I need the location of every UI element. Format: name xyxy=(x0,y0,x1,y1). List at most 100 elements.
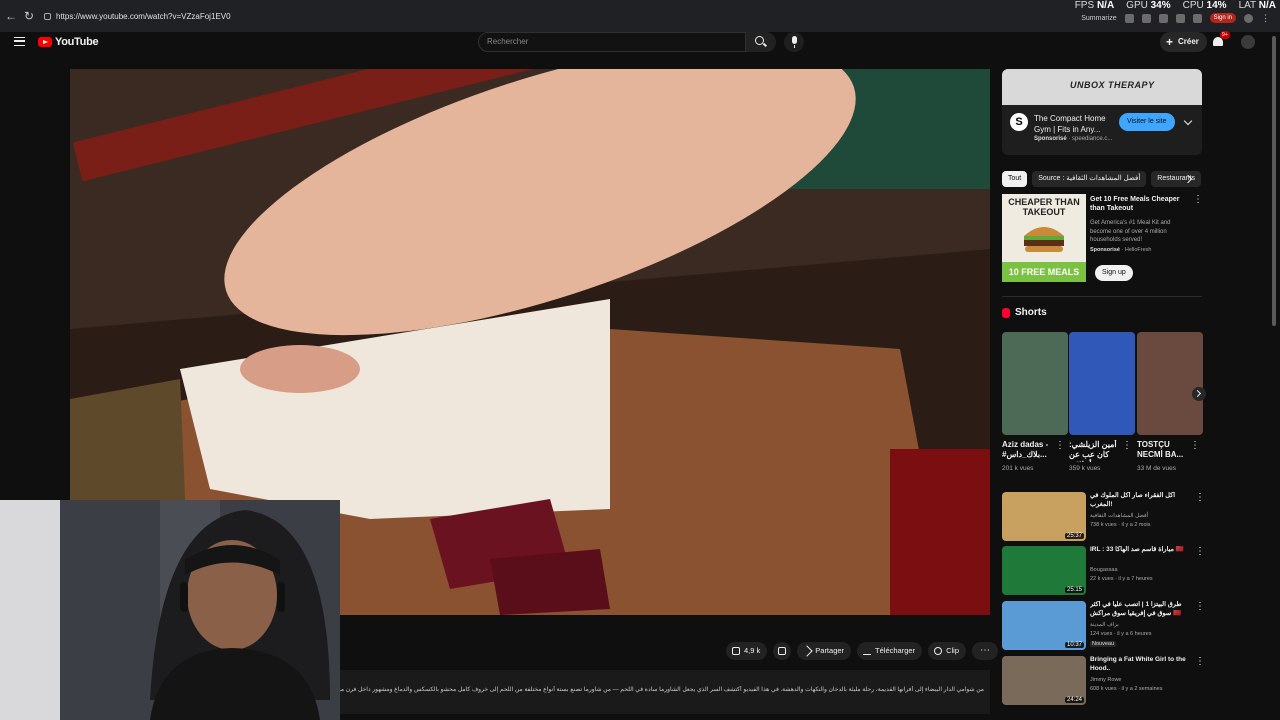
fps-value: N/A xyxy=(1096,0,1115,11)
list-item[interactable]: 10:37 طرق البيتزا 1 | اتصب عليا في أكثر س… xyxy=(1002,601,1205,651)
video-meta: 124 vues · il y a 6 heures xyxy=(1090,631,1152,637)
video-description[interactable]: من شوامي الدار البيضاء إلى أفرانها القدي… xyxy=(340,670,990,714)
more-options-icon[interactable] xyxy=(1195,492,1205,506)
menu-icon[interactable]: ⋮ xyxy=(1261,13,1270,23)
shorts-header: Shorts xyxy=(1002,307,1047,318)
short-views: 33 M de vues xyxy=(1137,465,1177,472)
promoted-video[interactable]: CHEAPER THAN TAKEOUT 10 FREE MEALS Get 1… xyxy=(1002,194,1203,284)
search-input[interactable]: Rechercher xyxy=(478,32,746,52)
duration-badge: 24:24 xyxy=(1064,697,1084,703)
promo-meta: Sponsorisé · HelloFresh xyxy=(1090,247,1152,253)
short-card[interactable]: Aziz dadas - #بلاك_داس... 201 k vues xyxy=(1002,332,1068,472)
video-title[interactable]: IRL : 33 مباراة قاسم صد الهاكا 🇲🇦 xyxy=(1090,546,1188,555)
extension-icon[interactable] xyxy=(1124,13,1134,23)
extension-icon[interactable] xyxy=(1141,13,1151,23)
sign-up-button[interactable]: Sign up xyxy=(1095,265,1133,281)
dislike-button[interactable] xyxy=(773,642,792,660)
sign-in-button[interactable]: Sign in xyxy=(1209,13,1236,23)
chevron-right-icon[interactable] xyxy=(1192,387,1206,401)
filter-chips: Tout Source : أفضل المشاهدات الثقافية Rest… xyxy=(1002,171,1202,187)
list-item[interactable]: 25:15 IRL : 33 مباراة قاسم صد الهاكا 🇲🇦 Bo… xyxy=(1002,546,1205,596)
star-icon[interactable] xyxy=(1158,13,1168,23)
share-button[interactable]: Partager xyxy=(797,642,852,660)
short-title[interactable]: أمين الزيلشي: كان عب عن أخلاقي... xyxy=(1069,440,1125,462)
ad-title[interactable]: The Compact Home Gym | Fits in Any... xyxy=(1034,113,1120,135)
short-card[interactable]: TOSTÇU NECMİ BA... 33 M de vues xyxy=(1137,332,1203,472)
webcam-frame xyxy=(0,500,340,720)
video-title[interactable]: أكل الفقراء صار أكل الملوك في المغرب! xyxy=(1090,492,1188,509)
youtube-play-icon xyxy=(38,37,52,47)
video-thumbnail[interactable]: 25:15 xyxy=(1002,546,1086,595)
summarize-button[interactable]: Summarize xyxy=(1081,15,1116,22)
like-button[interactable]: 4,9 k xyxy=(726,642,768,660)
list-item[interactable]: 24:24 Bringing a Fat White Girl to the Ho… xyxy=(1002,656,1205,706)
address-bar[interactable]: https://www.youtube.com/watch?v=VZzaFoj1… xyxy=(40,8,1040,25)
advertiser-name: HelloFresh xyxy=(1124,247,1152,253)
hamburger-menu-icon[interactable] xyxy=(14,37,25,46)
list-item[interactable]: 25:37 أكل الفقراء صار أكل الملوك في المغر… xyxy=(1002,492,1205,542)
more-options-icon[interactable] xyxy=(1055,440,1065,454)
video-thumbnail[interactable]: 25:37 xyxy=(1002,492,1086,541)
short-title[interactable]: Aziz dadas - #بلاك_داس... xyxy=(1002,440,1058,462)
short-card[interactable]: أمين الزيلشي: كان عب عن أخلاقي... 359 k v… xyxy=(1069,332,1135,472)
more-options-icon[interactable] xyxy=(1195,546,1205,560)
video-thumbnail[interactable]: 10:37 xyxy=(1002,601,1086,650)
chevron-down-icon[interactable] xyxy=(1183,116,1193,126)
short-thumbnail[interactable] xyxy=(1069,332,1135,435)
download-button[interactable]: Télécharger xyxy=(857,642,923,660)
channel-name[interactable]: Bougassaa xyxy=(1090,567,1118,573)
description-text: من شوامي الدار البيضاء إلى أفرانها القدي… xyxy=(340,687,984,693)
scrollbar-thumb[interactable] xyxy=(1272,36,1276,326)
sponsored-label: Sponsorisé xyxy=(1090,247,1120,253)
cpu-label: CPU xyxy=(1182,0,1204,11)
more-options-icon[interactable] xyxy=(1190,440,1200,454)
notifications-icon[interactable]: 9+ xyxy=(1212,31,1230,48)
gpu-label: GPU xyxy=(1126,0,1148,11)
profile-icon[interactable] xyxy=(1244,13,1253,23)
promo-title[interactable]: Get 10 Free Meals Cheaper than Takeout xyxy=(1090,195,1195,213)
video-thumbnail[interactable]: 24:24 xyxy=(1002,656,1086,705)
share-label: Partager xyxy=(815,646,845,655)
like-count: 4,9 k xyxy=(744,646,761,655)
extension-bar: Summarize Sign in ⋮ xyxy=(1081,13,1270,23)
video-title[interactable]: طرق البيتزا 1 | اتصب عليا في أكثر سوق في… xyxy=(1090,601,1188,618)
lat-value: N/A xyxy=(1258,0,1276,11)
puzzle-icon[interactable] xyxy=(1192,13,1202,23)
duration-badge: 25:15 xyxy=(1064,587,1084,593)
chip[interactable]: Source : أفضل المشاهدات الثقافية xyxy=(1032,171,1147,187)
short-thumbnail[interactable] xyxy=(1002,332,1068,435)
create-button[interactable]: Créer xyxy=(1160,32,1207,52)
chip[interactable]: Tout xyxy=(1002,171,1028,187)
more-options-icon[interactable] xyxy=(1195,656,1205,670)
youtube-masthead: YouTube Rechercher Créer 9+ xyxy=(0,31,1280,54)
short-thumbnail[interactable] xyxy=(1137,332,1203,435)
fps-label: FPS xyxy=(1074,0,1095,11)
channel-name[interactable]: Jimmy Rowe xyxy=(1090,677,1121,683)
more-options-icon[interactable] xyxy=(1195,601,1205,615)
video-title[interactable]: Bringing a Fat White Girl to the Hood.. xyxy=(1090,656,1188,673)
search-button[interactable] xyxy=(746,32,776,52)
more-options-icon[interactable] xyxy=(1122,440,1132,454)
channel-name[interactable]: بزاف المدينة xyxy=(1090,622,1119,628)
voice-search-icon[interactable] xyxy=(784,32,804,52)
shorts-icon xyxy=(1002,307,1010,318)
channel-name[interactable]: أفضل المشاهدات الثقافية xyxy=(1090,513,1148,519)
video-meta: 608 k vues · il y a 2 semaines xyxy=(1090,686,1163,692)
clip-button[interactable]: Clip xyxy=(928,642,966,660)
back-icon[interactable]: ← xyxy=(4,9,18,23)
promo-thumbnail[interactable]: CHEAPER THAN TAKEOUT 10 FREE MEALS xyxy=(1002,194,1086,282)
scissors-icon xyxy=(934,647,943,655)
lat-readout: LAT N/A xyxy=(1239,0,1276,14)
short-title[interactable]: TOSTÇU NECMİ BA... xyxy=(1137,440,1193,462)
youtube-logo[interactable]: YouTube xyxy=(38,36,99,48)
divider xyxy=(1002,296,1202,297)
avatar[interactable] xyxy=(1241,35,1255,49)
chip[interactable]: Restaurants xyxy=(1151,171,1202,187)
reload-icon[interactable]: ↻ xyxy=(22,9,36,23)
visit-site-button[interactable]: Visiter le site xyxy=(1119,113,1175,131)
video-meta: 22 k vues · il y a 7 heures xyxy=(1090,576,1153,582)
more-options-icon[interactable] xyxy=(1193,194,1203,208)
more-actions-icon[interactable]: ⋯ xyxy=(972,642,998,660)
ad-card[interactable]: UNBOX THERAPY S The Compact Home Gym | F… xyxy=(1002,69,1202,155)
extension-icon[interactable] xyxy=(1175,13,1185,23)
